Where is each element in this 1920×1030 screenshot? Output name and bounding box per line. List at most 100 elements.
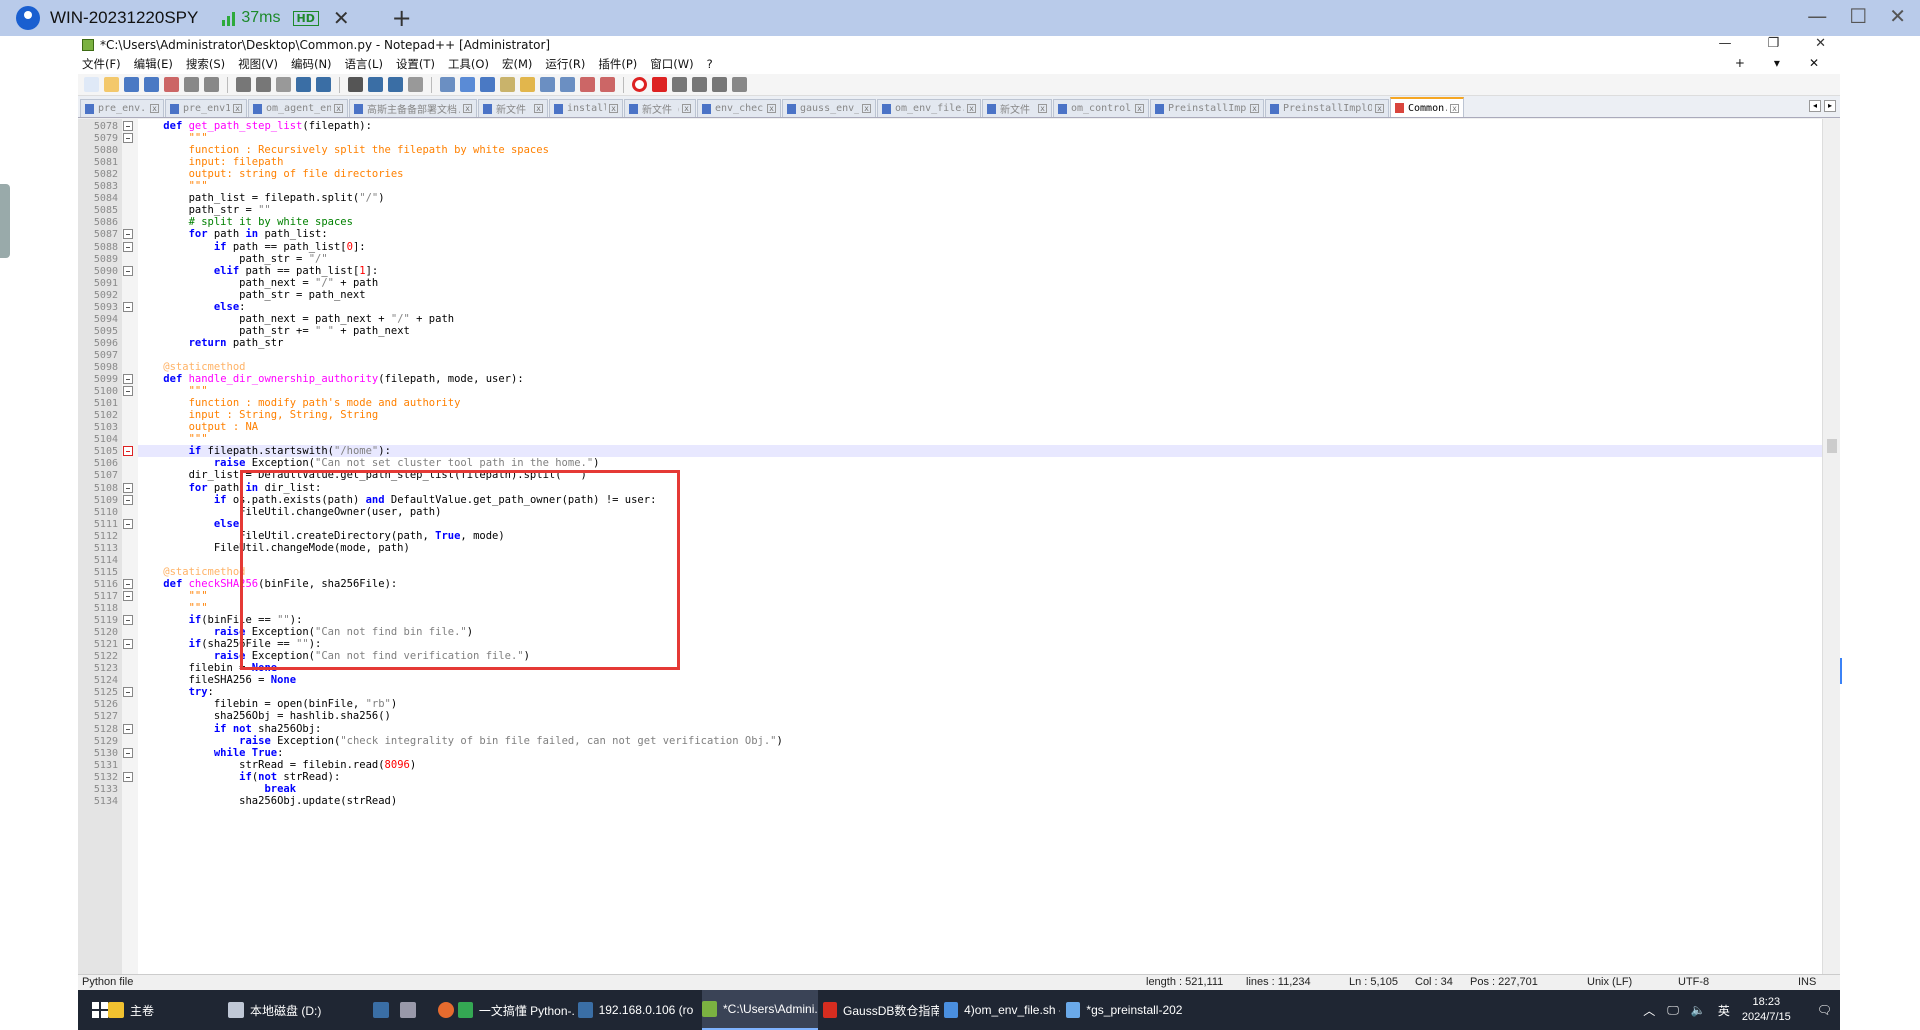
- tab-close-icon[interactable]: x: [767, 104, 776, 113]
- code-line[interactable]: path_str = "/": [138, 253, 1822, 265]
- code-line[interactable]: if(not strRead):: [138, 771, 1822, 783]
- fold-toggle-icon[interactable]: [123, 494, 133, 505]
- fold-toggle-icon[interactable]: [123, 229, 133, 240]
- tab-close-icon[interactable]: x: [1450, 103, 1459, 113]
- print-icon[interactable]: [204, 77, 219, 92]
- minimize-icon[interactable]: —: [1807, 4, 1827, 28]
- replace-icon[interactable]: [368, 77, 383, 92]
- network-icon[interactable]: 🖵: [1667, 1003, 1679, 1018]
- fold-toggle-icon[interactable]: [123, 301, 133, 312]
- code-line[interactable]: input : String, String, String: [138, 409, 1822, 421]
- record-macro-icon[interactable]: [632, 77, 647, 92]
- stop-record-icon[interactable]: [652, 77, 667, 92]
- tab-5[interactable]: install.pyx: [549, 99, 623, 117]
- tab-10[interactable]: 新文件 7x: [982, 99, 1052, 117]
- tab-11[interactable]: om_controllerx: [1053, 99, 1149, 117]
- fold-toggle-icon[interactable]: [123, 133, 133, 144]
- zoom-out-icon[interactable]: [408, 77, 423, 92]
- cut-icon[interactable]: [236, 77, 251, 92]
- tab-9[interactable]: om_env_file.jsonx: [877, 99, 981, 117]
- fold-toggle-icon[interactable]: [123, 241, 133, 252]
- code-line[interactable]: raise Exception("check integrality of bi…: [138, 735, 1822, 747]
- open-file-icon[interactable]: [104, 77, 119, 92]
- code-line[interactable]: """: [138, 385, 1822, 397]
- code-line[interactable]: path_list = filepath.split("/"): [138, 192, 1822, 204]
- code-line[interactable]: if path == path_list[0]:: [138, 241, 1822, 253]
- close-doc-icon[interactable]: ✕: [1809, 56, 1819, 70]
- undo-icon[interactable]: [296, 77, 311, 92]
- tab-2[interactable]: om_agent_env1.shx: [248, 99, 348, 117]
- code-line[interactable]: def handle_dir_ownership_authority(filep…: [138, 373, 1822, 385]
- fold-toggle-icon[interactable]: [123, 121, 133, 131]
- tab-scroll-right-icon[interactable]: ▸: [1824, 100, 1836, 112]
- code-line[interactable]: path_str = "": [138, 204, 1822, 216]
- menu-item[interactable]: 宏(M): [502, 56, 532, 72]
- code-line[interactable]: # split it by white spaces: [138, 216, 1822, 228]
- menu-item[interactable]: 搜索(S): [186, 56, 225, 72]
- tab-close-icon[interactable]: x: [1038, 104, 1047, 113]
- code-line[interactable]: if filepath.startswith("/home"):: [138, 445, 1822, 458]
- notification-icon[interactable]: 🗨: [1817, 1003, 1832, 1017]
- code-line[interactable]: def get_path_step_list(filepath):: [138, 120, 1822, 132]
- code-line[interactable]: path_next = "/" + path: [138, 277, 1822, 289]
- fold-toggle-icon[interactable]: [123, 747, 133, 758]
- monitor-icon[interactable]: [600, 77, 615, 92]
- run-icon[interactable]: [732, 77, 747, 92]
- close-session-icon[interactable]: ✕: [333, 6, 350, 30]
- tab-14[interactable]: Common.pyx: [1390, 97, 1464, 117]
- tab-close-icon[interactable]: x: [1135, 104, 1144, 113]
- close-all-icon[interactable]: [184, 77, 199, 92]
- code-line[interactable]: for path in path_list:: [138, 228, 1822, 240]
- fold-all-icon[interactable]: [520, 77, 535, 92]
- code-line[interactable]: if not sha256Obj:: [138, 723, 1822, 735]
- redo-icon[interactable]: [316, 77, 331, 92]
- sync-scroll-icon[interactable]: [440, 77, 455, 92]
- menu-item[interactable]: 语言(L): [345, 56, 383, 72]
- code-line[interactable]: [138, 349, 1822, 361]
- taskbar-local-disk-item[interactable]: 本地磁盘 (D:): [228, 990, 344, 1030]
- tab-close-icon[interactable]: x: [463, 104, 472, 113]
- vertical-scrollbar[interactable]: [1822, 119, 1840, 974]
- function-list-icon[interactable]: [560, 77, 575, 92]
- tab-7[interactable]: env_check.shx: [697, 99, 781, 117]
- indent-guide-icon[interactable]: [500, 77, 515, 92]
- menu-item[interactable]: 编码(N): [291, 56, 332, 72]
- plus-icon[interactable]: +: [1735, 56, 1745, 70]
- tab-scroll-left-icon[interactable]: ◂: [1809, 100, 1821, 112]
- tab-close-icon[interactable]: x: [534, 104, 543, 113]
- code-line[interactable]: sha256Obj = hashlib.sha256(): [138, 710, 1822, 722]
- run-macro-multiple-icon[interactable]: [692, 77, 707, 92]
- code-line[interactable]: path_str = path_next: [138, 289, 1822, 301]
- device-app-icon[interactable]: [400, 990, 416, 1030]
- taskbar-remote-desktop-item[interactable]: 192.168.0.106 (ro...: [578, 990, 694, 1030]
- new-file-icon[interactable]: [84, 77, 99, 92]
- find-icon[interactable]: [348, 77, 363, 92]
- code-editor[interactable]: 5078 def get_path_step_list(filepath): 50…: [78, 119, 1840, 974]
- code-line[interactable]: elif path == path_list[1]:: [138, 265, 1822, 277]
- scrollbar-thumb[interactable]: [1827, 439, 1837, 453]
- code-line[interactable]: try:: [138, 686, 1822, 698]
- fold-toggle-icon[interactable]: [123, 578, 133, 589]
- menu-item[interactable]: ?: [707, 57, 713, 71]
- doc-map-icon[interactable]: [540, 77, 555, 92]
- menu-item[interactable]: 窗口(W): [650, 56, 693, 72]
- menu-item[interactable]: 插件(P): [598, 56, 637, 72]
- menu-item[interactable]: 运行(R): [545, 56, 585, 72]
- fold-toggle-icon[interactable]: [123, 518, 133, 529]
- tab-4[interactable]: 新文件 6x: [478, 99, 548, 117]
- code-line[interactable]: fileSHA256 = None: [138, 674, 1822, 686]
- tab-0[interactable]: pre_env.shx: [80, 99, 164, 117]
- maximize-icon[interactable]: ☐: [1849, 4, 1867, 28]
- code-line[interactable]: return path_str: [138, 337, 1822, 349]
- fold-toggle-icon[interactable]: [123, 374, 133, 385]
- tab-3[interactable]: 高斯主备备部署文档.txtx: [349, 99, 477, 117]
- code-line[interactable]: @staticmethod: [138, 361, 1822, 373]
- zoom-in-icon[interactable]: [388, 77, 403, 92]
- code-line[interactable]: sha256Obj.update(strRead): [138, 795, 1822, 807]
- code-line[interactable]: path_str += " " + path_next: [138, 325, 1822, 337]
- tab-12[interactable]: PreinstallImpl.pyx: [1150, 99, 1264, 117]
- tab-close-icon[interactable]: x: [682, 104, 691, 113]
- tab-close-icon[interactable]: x: [233, 104, 242, 113]
- paste-icon[interactable]: [276, 77, 291, 92]
- code-line[interactable]: """: [138, 433, 1822, 445]
